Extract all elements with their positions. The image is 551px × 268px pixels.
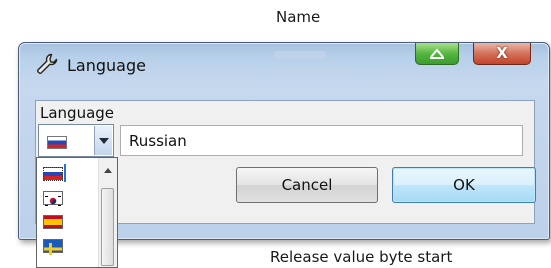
wrench-icon bbox=[37, 53, 58, 74]
minimize-icon bbox=[430, 48, 444, 59]
language-name-input[interactable] bbox=[120, 125, 523, 156]
dropdown-scrollbar[interactable] bbox=[98, 158, 117, 267]
list-item[interactable] bbox=[37, 162, 99, 186]
language-label: Language bbox=[40, 104, 115, 122]
flag-combobox[interactable] bbox=[38, 124, 114, 157]
title-bar[interactable]: Language X bbox=[19, 43, 549, 85]
russia-flag-icon bbox=[47, 136, 67, 149]
background-ghost-text bbox=[274, 67, 352, 75]
list-item[interactable] bbox=[37, 186, 99, 210]
chevron-down-icon[interactable] bbox=[94, 126, 112, 155]
flag-dropdown-list[interactable] bbox=[36, 157, 118, 268]
minimize-button[interactable] bbox=[415, 43, 459, 65]
russia-flag-icon bbox=[43, 167, 63, 181]
sweden-flag-icon bbox=[43, 239, 63, 255]
scroll-up-arrow-icon[interactable] bbox=[104, 168, 112, 173]
close-icon: X bbox=[496, 44, 508, 62]
name-column-header: Name bbox=[276, 8, 321, 26]
background-row-label: Release value byte start bbox=[270, 248, 453, 266]
south-korea-flag-icon bbox=[43, 191, 63, 206]
scroll-thumb[interactable] bbox=[101, 188, 114, 266]
dialog-title: Language bbox=[67, 56, 146, 75]
cancel-button[interactable]: Cancel bbox=[236, 167, 378, 203]
list-item[interactable] bbox=[37, 210, 99, 234]
close-button[interactable]: X bbox=[473, 43, 531, 65]
ok-button[interactable]: OK bbox=[392, 167, 536, 203]
list-item[interactable] bbox=[37, 234, 99, 258]
spain-flag-icon bbox=[43, 215, 63, 229]
background-ghost-text bbox=[274, 51, 326, 59]
